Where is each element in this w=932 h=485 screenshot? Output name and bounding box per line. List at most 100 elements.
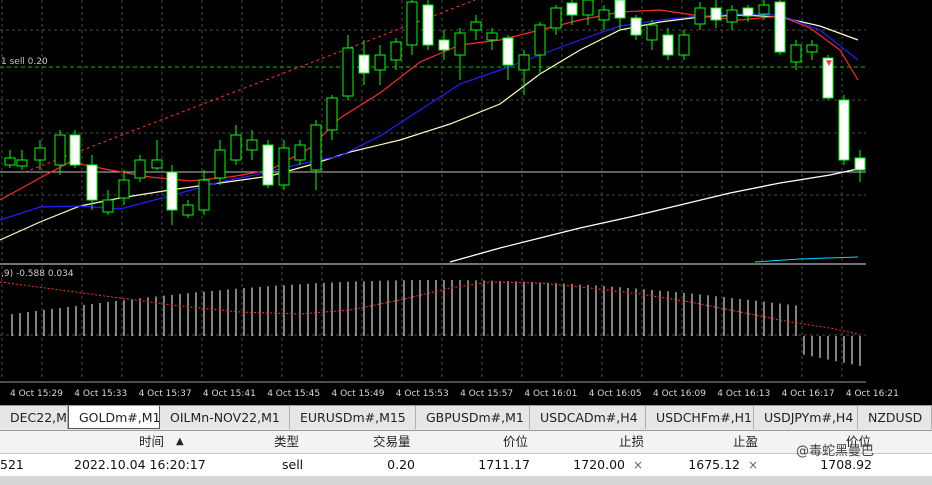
time-label: 4 Oct 15:33 [74, 389, 127, 399]
column-type[interactable]: 类型 [274, 431, 299, 453]
column-volume[interactable]: 交易量 [373, 431, 411, 453]
time-axis: 4 Oct 15:29 4 Oct 15:33 4 Oct 15:37 4 Oct 1… [10, 389, 899, 399]
sort-asc-icon[interactable]: ▲ [176, 431, 184, 453]
tab-chart-1[interactable]: GOLDm#,M1 [68, 406, 160, 429]
order-row[interactable]: 521 2022.10.04 16:20:17 sell 0.20 1711.1… [0, 454, 932, 476]
candle-body [502, 37, 514, 66]
time-label: 4 Oct 15:53 [396, 389, 449, 399]
candle-body [118, 179, 130, 199]
time-label: 4 Oct 16:17 [782, 389, 835, 399]
candle-body [310, 124, 322, 171]
time-label: 4 Oct 15:57 [460, 389, 513, 399]
column-stop-loss[interactable]: 止损 [619, 431, 644, 453]
candle-body [374, 54, 386, 71]
status-bar [0, 476, 932, 485]
column-price[interactable]: 价位 [503, 431, 528, 453]
price-chart[interactable]: 1 sell 0.20 ▼ ,9) -0.588 0.034 4 Oct 15:… [0, 0, 932, 408]
candle-body [774, 1, 786, 53]
column-time[interactable]: 时间 [139, 431, 164, 453]
tab-chart-5[interactable]: USDCADm#,H4 [530, 406, 646, 429]
order-take-profit[interactable]: 1675.12 [670, 454, 740, 476]
sell-arrow-icon: ▼ [824, 58, 834, 69]
candle-body [518, 54, 530, 71]
tab-chart-7[interactable]: USDJPYm#,H4 [754, 406, 858, 429]
tab-chart-0[interactable]: DEC22,M1 [0, 406, 75, 429]
candle-body [646, 24, 658, 41]
candle-body [582, 0, 594, 16]
order-open-price: 1711.17 [478, 457, 530, 472]
candle-body [54, 134, 66, 166]
candle-body [614, 0, 626, 19]
chart-tabs: DEC22,M1 GOLDm#,M1 OILMn-NOV22,M1 EURUSDm#,… [0, 405, 932, 431]
candle-body [326, 97, 338, 131]
candle-body [534, 24, 546, 56]
candle-body [69, 134, 81, 166]
candle-body [742, 7, 754, 17]
order-id: 521 [0, 457, 24, 472]
candle-body [34, 147, 46, 161]
time-label: 4 Oct 16:01 [524, 389, 577, 399]
moving-average-white [449, 167, 863, 263]
candle-body [678, 34, 690, 56]
moving-average-cyan [754, 256, 859, 263]
candle-body [454, 32, 466, 56]
tab-chart-6[interactable]: USDCHFm#,H1 [646, 406, 754, 429]
candle-body [566, 2, 578, 16]
macd-signal-line [0, 281, 859, 335]
macd-histogram [11, 280, 861, 366]
time-label: 4 Oct 15:45 [267, 389, 320, 399]
time-label: 4 Oct 16:09 [653, 389, 706, 399]
candle-body [470, 21, 482, 31]
candle-body [662, 34, 674, 56]
watermark: @毒蛇黑曼巴 [796, 444, 875, 459]
order-stop-loss[interactable]: 1720.00 [555, 454, 625, 476]
stop-loss-close-icon[interactable]: × [633, 454, 643, 476]
order-time: 2022.10.04 16:20:17 [74, 457, 206, 472]
candle-body [710, 7, 722, 21]
time-label: 4 Oct 15:49 [332, 389, 385, 399]
order-label: 1 sell 0.20 [1, 57, 48, 67]
candle-body [838, 99, 850, 161]
candle-body [262, 144, 274, 186]
candle-body [278, 147, 290, 186]
candle-body [550, 7, 562, 29]
time-label: 4 Oct 15:41 [203, 389, 256, 399]
candle-body [342, 47, 354, 97]
macd-label: ,9) -0.588 0.034 [1, 269, 74, 279]
candle-body [726, 9, 738, 23]
candle-body [790, 44, 802, 63]
candle-body [630, 17, 642, 36]
orders-table-header: 时间 ▲ 类型 交易量 价位 止损 止盈 价位 [0, 431, 932, 454]
candle-body [4, 157, 16, 166]
candle-body [182, 204, 194, 216]
time-label: 4 Oct 16:13 [717, 389, 770, 399]
candle-body [134, 159, 146, 179]
candle-body [294, 144, 306, 161]
candle-body [422, 4, 434, 46]
candle-body [16, 159, 28, 167]
tab-chart-8[interactable]: NZDUSD [858, 406, 932, 429]
candle-body [758, 4, 770, 15]
take-profit-close-icon[interactable]: × [748, 454, 758, 476]
candle-body [214, 149, 226, 179]
tab-chart-3[interactable]: EURUSDm#,M15 [290, 406, 416, 429]
candle-body [198, 179, 210, 211]
candle-body [806, 44, 818, 53]
column-take-profit[interactable]: 止盈 [733, 431, 758, 453]
candle-body [102, 199, 114, 213]
candle-body [854, 157, 866, 171]
candle-body [390, 41, 402, 61]
candle-body [406, 1, 418, 46]
candle-body [230, 134, 242, 161]
candle-body [598, 9, 610, 21]
time-label: 4 Oct 16:21 [846, 389, 899, 399]
tab-chart-2[interactable]: OILMn-NOV22,M1 [160, 406, 290, 429]
candle-body [166, 171, 178, 211]
tab-chart-4[interactable]: GBPUSDm#,M1 [416, 406, 530, 429]
candle-body [694, 7, 706, 25]
candle-body [86, 164, 98, 201]
candle-body [486, 32, 498, 41]
order-type: sell [282, 457, 304, 472]
time-label: 4 Oct 15:37 [139, 389, 192, 399]
candle-body [246, 139, 258, 151]
